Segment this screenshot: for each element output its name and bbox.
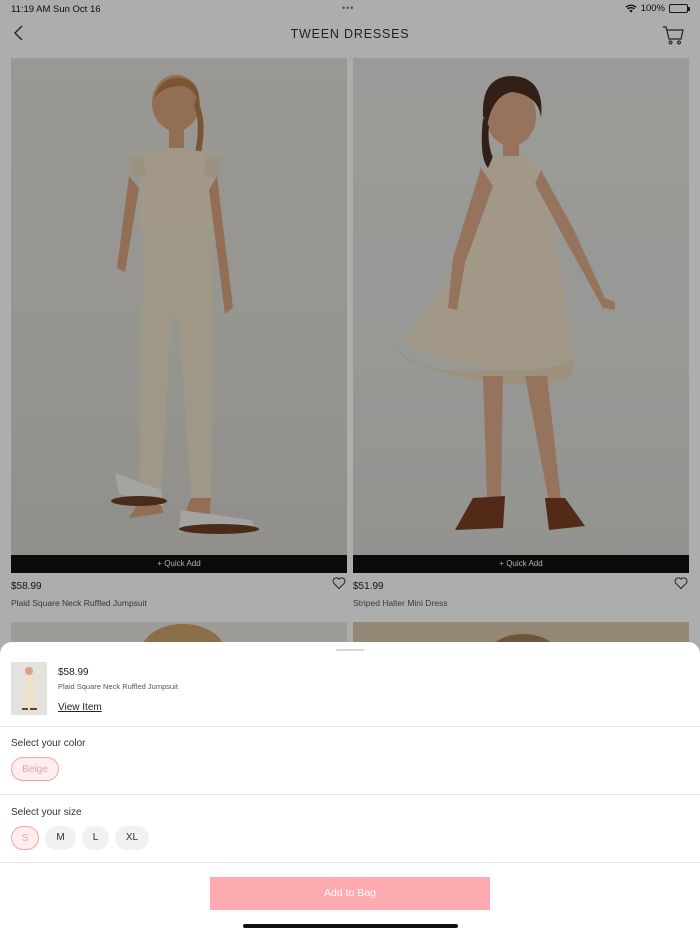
sheet-product-name: Plaid Square Neck Ruffled Jumpsuit [58,682,178,691]
divider [0,726,700,727]
sheet-grabber[interactable] [336,649,364,651]
size-label: Select your size [11,807,82,818]
sheet-price: $58.99 [58,667,89,678]
divider [0,794,700,795]
quick-add-sheet: $58.99 Plaid Square Neck Ruffled Jumpsui… [0,642,700,934]
size-option-l[interactable]: L [82,826,109,850]
product-thumbnail [11,662,47,715]
size-option-s[interactable]: S [11,826,39,850]
thumbnail-illustration [22,667,37,710]
view-item-link[interactable]: View Item [58,702,102,713]
size-option-xl[interactable]: XL [115,826,149,850]
divider [0,862,700,863]
color-option-beige[interactable]: Beige [11,757,59,781]
size-option-m[interactable]: M [45,826,76,850]
add-to-bag-button[interactable]: Add to Bag [210,877,490,910]
color-label: Select your color [11,738,86,749]
home-indicator[interactable] [243,924,458,928]
